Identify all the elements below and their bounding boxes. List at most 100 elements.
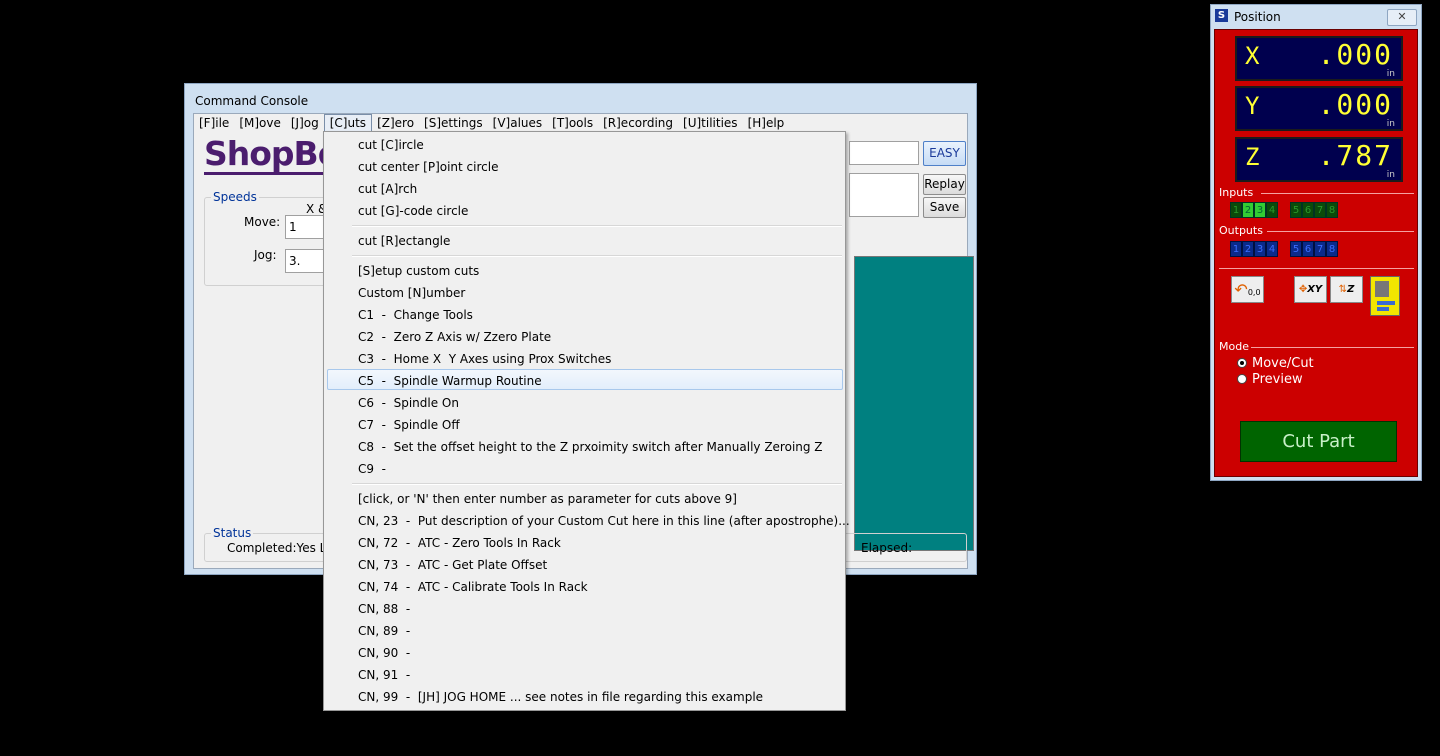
status-legend: Status — [213, 526, 252, 540]
move-z-text: Z — [1347, 284, 1355, 295]
cuts-menu-item-13[interactable]: C8 - Set the offset height to the Z prxo… — [358, 436, 823, 458]
output-led-7: 7 — [1314, 241, 1326, 257]
x-axis-unit: in — [1386, 69, 1395, 79]
input-led-4: 4 — [1266, 202, 1278, 218]
inputs-divider — [1261, 193, 1414, 194]
cuts-menu-item-10[interactable]: C5 - Spindle Warmup Routine — [358, 370, 542, 392]
cuts-menu-item-15[interactable]: [click, or 'N' then enter number as para… — [358, 488, 737, 510]
output-led-6: 6 — [1302, 241, 1314, 257]
zero-xy-text: 0,0 — [1247, 288, 1261, 297]
cuts-menu-item-9[interactable]: C3 - Home X Y Axes using Prox Switches — [358, 348, 611, 370]
z-axis-label: Z — [1245, 143, 1260, 171]
mode-divider — [1251, 347, 1414, 348]
output-led-2: 2 — [1242, 241, 1254, 257]
mode-label: Mode — [1219, 340, 1249, 353]
preview-radio[interactable] — [1237, 374, 1247, 384]
menu-item-7[interactable]: [T]ools — [547, 114, 598, 131]
cuts-menu-item-8[interactable]: C2 - Zero Z Axis w/ Zzero Plate — [358, 326, 551, 348]
save-button[interactable]: Save — [923, 197, 966, 218]
y-axis-display: Y .000 in — [1235, 86, 1403, 131]
input-led-2: 2 — [1242, 202, 1254, 218]
jog-speed-label: Jog: — [254, 248, 277, 262]
y-axis-label: Y — [1245, 92, 1260, 120]
move-speed-label: Move: — [244, 215, 281, 229]
output-led-3: 3 — [1254, 241, 1266, 257]
y-axis-unit: in — [1386, 119, 1395, 129]
z-axis-unit: in — [1386, 170, 1395, 180]
input-led-3: 3 — [1254, 202, 1266, 218]
cut-part-button[interactable]: Cut Part — [1240, 421, 1397, 462]
menu-item-2[interactable]: [J]og — [286, 114, 324, 131]
status-elapsed-text: Elapsed: — [861, 541, 913, 555]
input-led-8: 8 — [1326, 202, 1338, 218]
menu-item-5[interactable]: [S]ettings — [419, 114, 488, 131]
easy-button[interactable]: EASY — [923, 141, 966, 166]
cuts-menu-item-5[interactable]: [S]etup custom cuts — [358, 260, 479, 282]
cuts-menu-item-7[interactable]: C1 - Change Tools — [358, 304, 473, 326]
preview-area — [854, 256, 974, 551]
cuts-menu-item-14[interactable]: C9 - — [358, 458, 386, 480]
recording-box — [849, 173, 919, 217]
cuts-menu-item-4[interactable]: cut [R]ectangle — [358, 230, 450, 252]
menu-item-1[interactable]: [M]ove — [234, 114, 286, 131]
move-z-icon[interactable]: ⇅Z — [1330, 276, 1363, 303]
window-title: Command Console — [195, 94, 309, 108]
menu-item-4[interactable]: [Z]ero — [372, 114, 419, 131]
move-cut-label: Move/Cut — [1252, 356, 1314, 371]
logo-underline — [204, 172, 324, 175]
position-window[interactable]: S Position ✕ X .000 in Y .000 in Z .787 … — [1210, 4, 1422, 481]
position-panel: X .000 in Y .000 in Z .787 in Inputs 123… — [1214, 29, 1418, 477]
close-icon[interactable]: ✕ — [1387, 9, 1417, 26]
y-axis-value: .000 — [1317, 88, 1393, 121]
cuts-dropdown-menu: cut [C]ircle cut center [P]oint circle cut… — [323, 131, 850, 711]
output-led-8: 8 — [1326, 241, 1338, 257]
menu-separator — [352, 483, 842, 485]
cuts-menu-item-23[interactable]: CN, 91 - — [358, 664, 410, 686]
cuts-menu-item-20[interactable]: CN, 88 - — [358, 598, 410, 620]
move-cut-radio[interactable] — [1237, 358, 1247, 368]
x-axis-display: X .000 in — [1235, 36, 1403, 81]
inputs-label: Inputs — [1219, 186, 1254, 199]
cuts-menu-item-17[interactable]: CN, 72 - ATC - Zero Tools In Rack — [358, 532, 561, 554]
cuts-menu-item-18[interactable]: CN, 73 - ATC - Get Plate Offset — [358, 554, 547, 576]
cuts-menu-item-6[interactable]: Custom [N]umber — [358, 282, 465, 304]
x-axis-value: .000 — [1317, 38, 1393, 71]
menu-item-0[interactable]: [F]ile — [194, 114, 234, 131]
menu-item-10[interactable]: [H]elp — [743, 114, 790, 131]
cuts-menu-item-1[interactable]: cut center [P]oint circle — [358, 156, 498, 178]
replay-button[interactable]: Replay — [923, 174, 966, 195]
output-led-1: 1 — [1230, 241, 1242, 257]
cuts-menu-item-24[interactable]: CN, 99 - [JH] JOG HOME ... see notes in … — [358, 686, 763, 708]
cuts-menu-item-3[interactable]: cut [G]-code circle — [358, 200, 468, 222]
cuts-menu-item-19[interactable]: CN, 74 - ATC - Calibrate Tools In Rack — [358, 576, 588, 598]
menu-separator — [352, 225, 842, 227]
tools-divider — [1219, 268, 1414, 269]
move-xy-text: XY — [1307, 284, 1323, 295]
keypad-icon[interactable] — [1370, 276, 1400, 316]
cuts-menu-item-22[interactable]: CN, 90 - — [358, 642, 410, 664]
move-xy-icon[interactable]: ✥XY — [1294, 276, 1327, 303]
x-axis-label: X — [1245, 42, 1260, 70]
menu-item-3[interactable]: [C]uts — [323, 114, 373, 132]
status-completed-text: Completed:Yes Ln — [227, 541, 334, 555]
zero-xy-icon[interactable]: ↶0,0 — [1231, 276, 1264, 303]
cuts-menu-item-16[interactable]: CN, 23 - Put description of your Custom … — [358, 510, 850, 532]
cuts-menu-item-11[interactable]: C6 - Spindle On — [358, 392, 459, 414]
preview-label: Preview — [1252, 372, 1303, 387]
speeds-legend: Speeds — [213, 190, 257, 204]
command-input[interactable] — [849, 141, 919, 165]
input-led-6: 6 — [1302, 202, 1314, 218]
position-window-title: Position — [1234, 10, 1281, 24]
cuts-menu-item-21[interactable]: CN, 89 - — [358, 620, 410, 642]
z-axis-value: .787 — [1317, 139, 1393, 172]
menu-separator — [352, 255, 842, 257]
app-icon: S — [1215, 9, 1228, 22]
cuts-menu-item-0[interactable]: cut [C]ircle — [358, 134, 424, 156]
cuts-menu-item-12[interactable]: C7 - Spindle Off — [358, 414, 460, 436]
cuts-menu-item-2[interactable]: cut [A]rch — [358, 178, 417, 200]
menu-item-6[interactable]: [V]alues — [488, 114, 548, 131]
output-led-5: 5 — [1290, 241, 1302, 257]
menu-item-9[interactable]: [U]tilities — [678, 114, 743, 131]
menu-item-8[interactable]: [R]ecording — [598, 114, 678, 131]
input-led-7: 7 — [1314, 202, 1326, 218]
